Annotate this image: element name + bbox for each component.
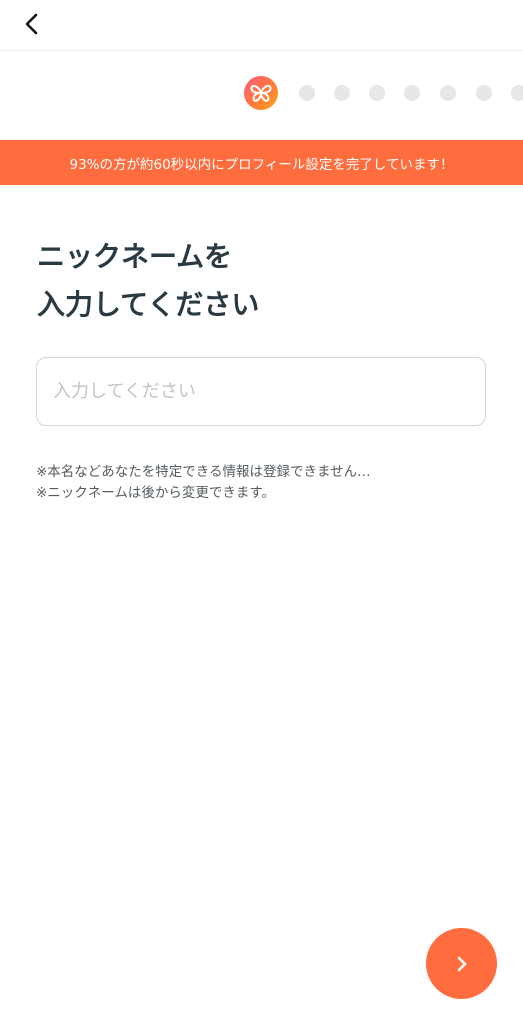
- note-real-name: ※本名などあなたを特定できる情報は登録できません…: [36, 464, 371, 480]
- progress-dot: [369, 85, 385, 101]
- butterfly-logo-icon: [244, 76, 278, 110]
- banner-text: 93%の方が約60秒以内にプロフィール設定を完了しています！: [69, 156, 454, 173]
- progress-dot: [404, 85, 420, 101]
- note-changeable: ※ニックネームは後から変更できます。: [36, 485, 276, 501]
- top-bar: [0, 0, 523, 51]
- progress-dot: [440, 85, 456, 101]
- nickname-field: [36, 357, 486, 426]
- progress-dot: [476, 85, 492, 101]
- back-button[interactable]: [14, 6, 50, 42]
- title-line-1: ニックネームを: [37, 240, 233, 273]
- notes: ※本名などあなたを特定できる情報は登録できません… ※ニックネームは後から変更で…: [36, 462, 496, 504]
- nickname-registration-screen: 93%の方が約60秒以内にプロフィール設定を完了しています！ ニックネームを 入…: [0, 0, 523, 1024]
- completion-rate-banner: 93%の方が約60秒以内にプロフィール設定を完了しています！: [0, 140, 523, 185]
- progress-dot: [334, 85, 350, 101]
- next-button[interactable]: [426, 928, 497, 999]
- progress-dot: [511, 85, 523, 101]
- title-line-2: 入力してください: [37, 288, 260, 321]
- nickname-input[interactable]: [37, 358, 485, 425]
- progress-dot: [299, 85, 315, 101]
- chevron-right-icon: [457, 956, 466, 971]
- page-title: ニックネームを 入力してください: [37, 233, 497, 329]
- progress-indicator: [244, 76, 523, 110]
- chevron-left-icon: [25, 13, 38, 35]
